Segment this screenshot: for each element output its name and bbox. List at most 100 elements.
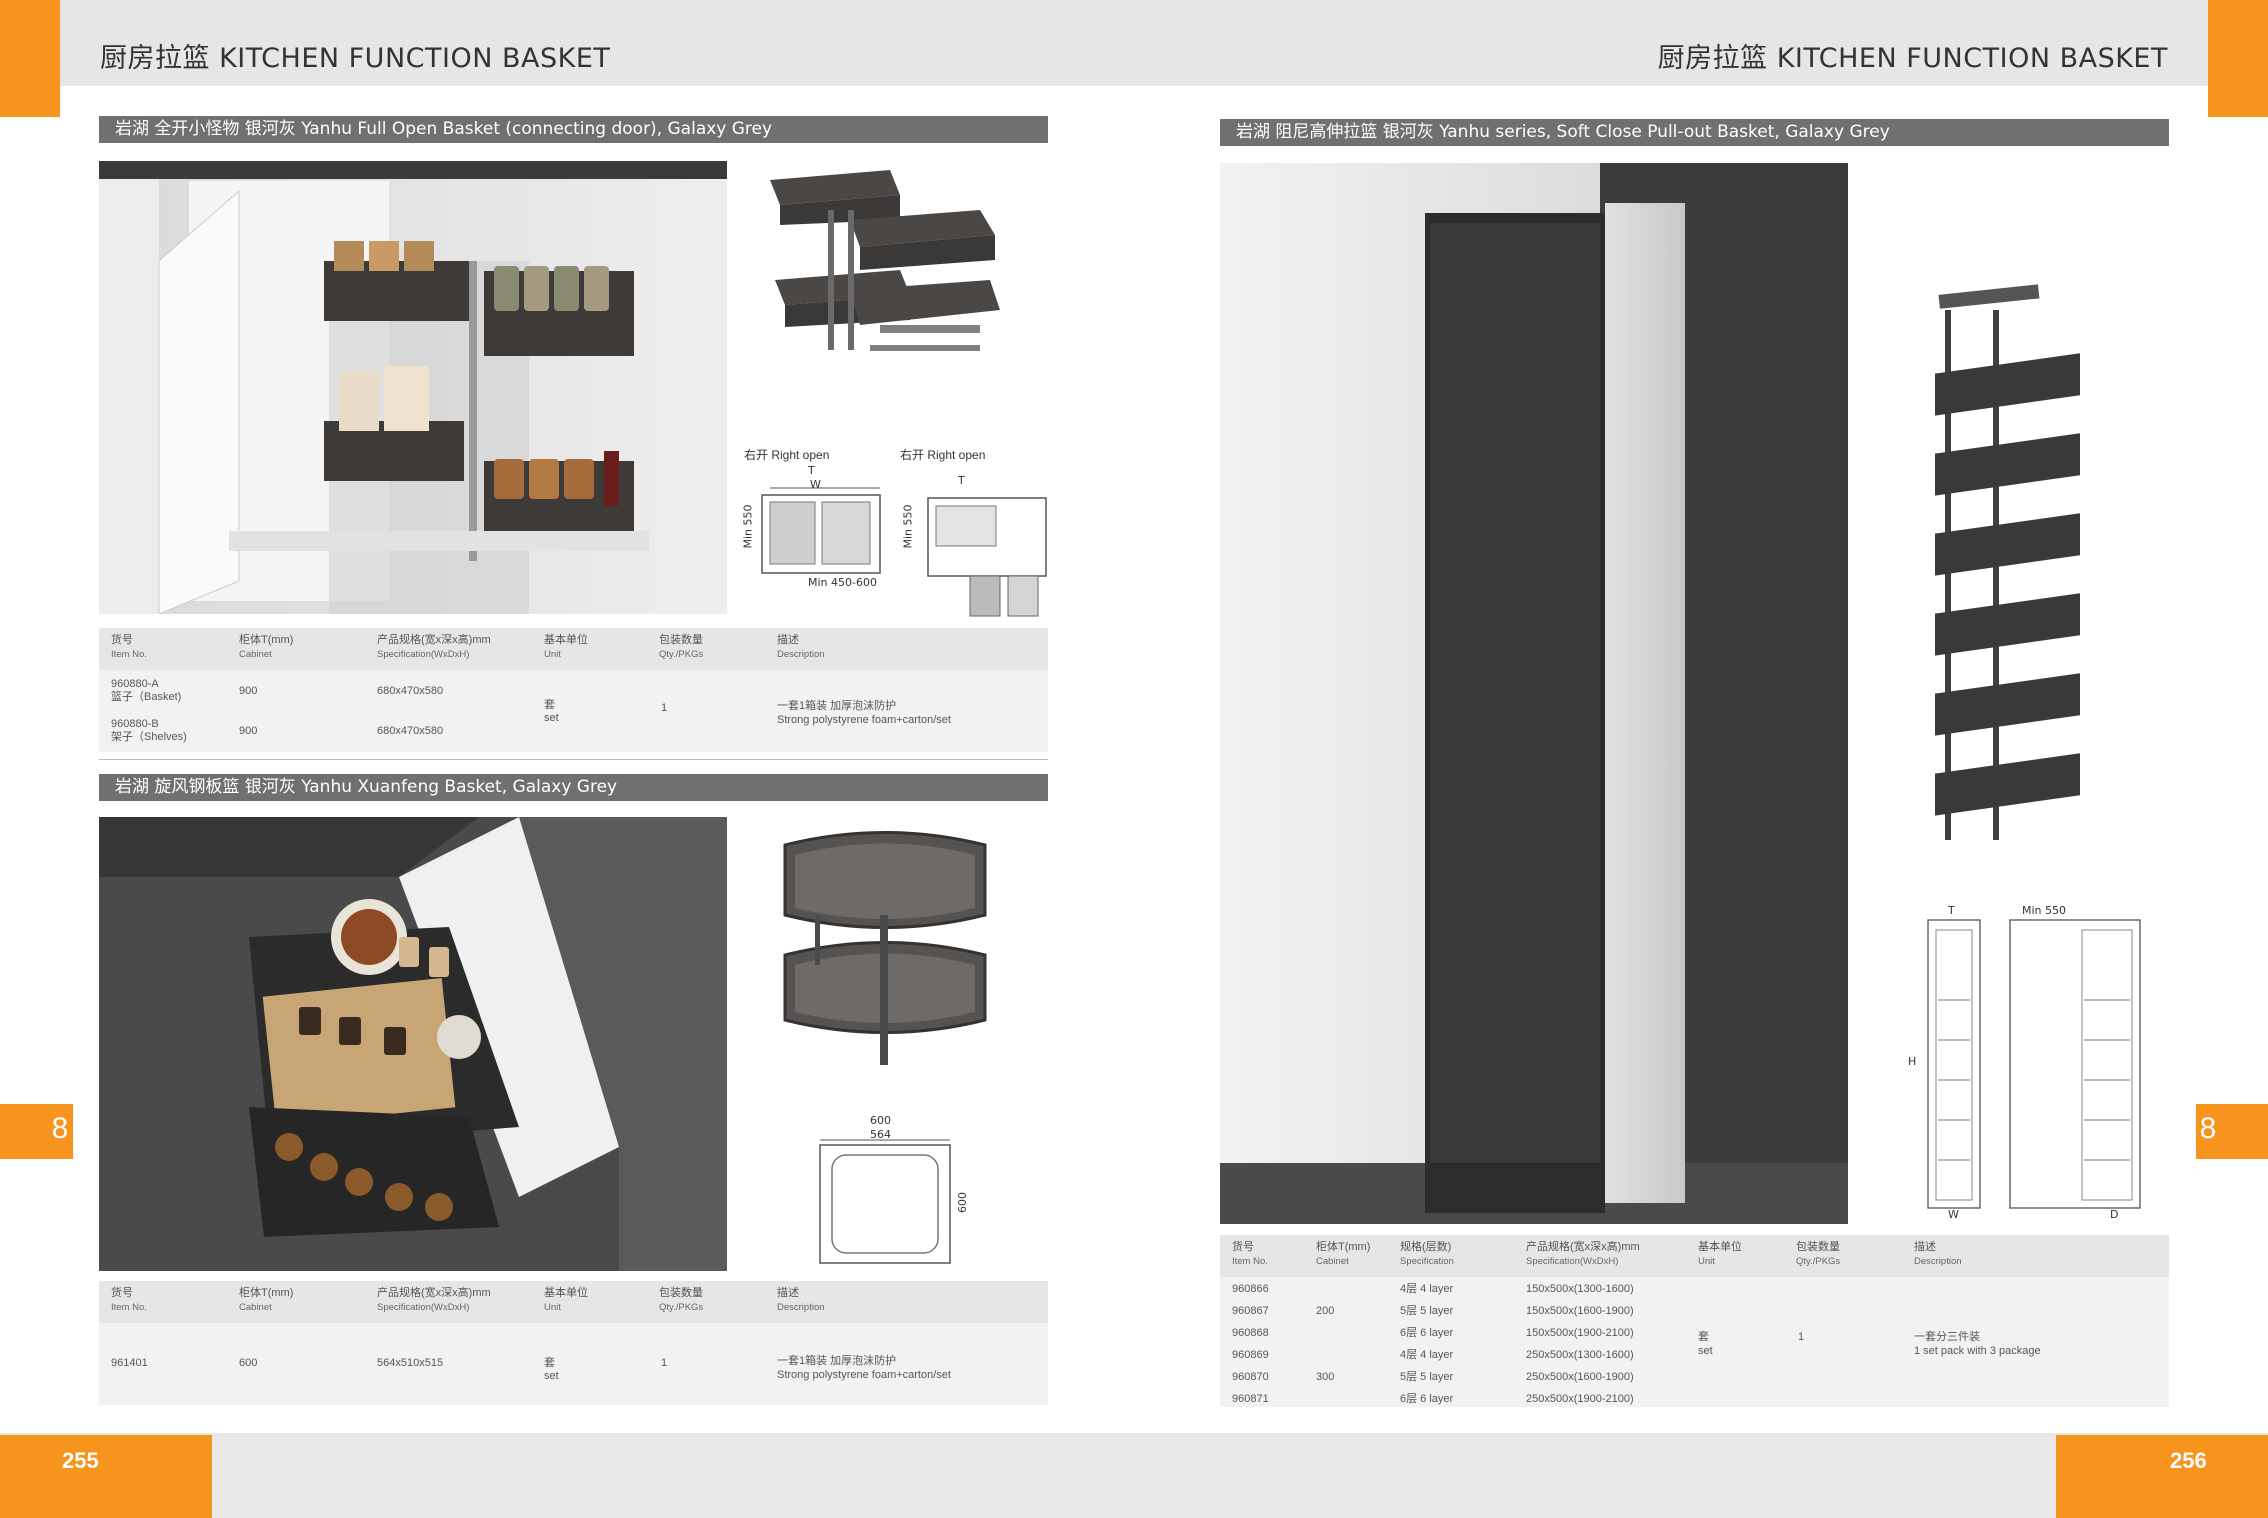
s3-h3-en: Specification bbox=[1400, 1256, 1454, 1267]
s3-h4-zh: 产品规格(宽x深x高)mm bbox=[1526, 1241, 1640, 1253]
s3-r3-spec: 150x500x(1900-2100) bbox=[1526, 1327, 1634, 1339]
left-page-number: 255 bbox=[62, 1448, 99, 1473]
s3-r6-layers: 6层 6 layer bbox=[1400, 1393, 1454, 1405]
s1-h2-en: Cabinet bbox=[239, 649, 272, 660]
section2-product-image bbox=[770, 820, 1000, 1080]
s1-h4-zh: 基本单位 bbox=[544, 634, 588, 646]
s3-cabinet-a: 200 bbox=[1316, 1305, 1335, 1317]
s1-r2-spec: 680x470x580 bbox=[377, 725, 444, 737]
s3-r2-item: 960867 bbox=[1232, 1305, 1269, 1317]
s3-unit-en: set bbox=[1698, 1345, 1713, 1357]
s2-item: 961401 bbox=[111, 1357, 148, 1369]
s1-h2-zh: 柜体T(mm) bbox=[239, 634, 294, 646]
s3-r5-item: 960870 bbox=[1232, 1371, 1269, 1383]
section3-spec-table: 货号 Item No. 柜体T(mm) Cabinet 规格(层数) Speci… bbox=[1220, 1235, 2169, 1407]
s1-r1-item-sub: 篮子（Basket) bbox=[111, 691, 182, 703]
s3-r4-layers: 4层 4 layer bbox=[1400, 1349, 1454, 1361]
s3-r4-item: 960869 bbox=[1232, 1349, 1269, 1361]
s3-h5-en: Unit bbox=[1698, 1256, 1715, 1267]
s1-unit-en: set bbox=[544, 712, 559, 724]
s3-cabinet-b: 300 bbox=[1316, 1371, 1335, 1383]
section1-bottom-rule bbox=[99, 759, 1048, 760]
s2-unit-zh: 套 bbox=[544, 1357, 555, 1369]
section2-install-diagram: 600 564 600 bbox=[810, 1110, 980, 1270]
section1-kitchen-photo bbox=[99, 161, 727, 614]
s1-unit-zh: 套 bbox=[544, 699, 555, 711]
s3-r2-spec: 150x500x(1600-1900) bbox=[1526, 1305, 1634, 1317]
s2-h4-en: Unit bbox=[544, 1302, 561, 1313]
s1-h6-zh: 描述 bbox=[777, 634, 799, 646]
s2-h1-zh: 货号 bbox=[111, 1287, 133, 1299]
s3-h2-en: Cabinet bbox=[1316, 1256, 1349, 1267]
s3-r6-item: 960871 bbox=[1232, 1393, 1269, 1405]
section2-kitchen-photo bbox=[99, 817, 727, 1271]
section1-product-image bbox=[760, 165, 1010, 365]
s1-h3-zh: 产品规格(宽x深x高)mm bbox=[377, 634, 491, 646]
section1-install-diagram: 右开 Right open 右开 Right open T W T Min 45… bbox=[740, 440, 1050, 620]
section3-tall-unit-photo bbox=[1220, 163, 1848, 1224]
s3-h7-zh: 描述 bbox=[1914, 1241, 1936, 1253]
s3-r3-layers: 6层 6 layer bbox=[1400, 1327, 1454, 1339]
s3-r5-spec: 250x500x(1600-1900) bbox=[1526, 1371, 1634, 1383]
s1-h5-en: Qty./PKGs bbox=[659, 649, 704, 660]
s2-qty: 1 bbox=[661, 1357, 668, 1369]
s1-h5-zh: 包装数量 bbox=[659, 634, 703, 646]
s2-cabinet: 600 bbox=[239, 1357, 258, 1369]
s3-r3-item: 960868 bbox=[1232, 1327, 1269, 1339]
s2-h4-zh: 基本单位 bbox=[544, 1287, 588, 1299]
s3-r6-spec: 250x500x(1900-2100) bbox=[1526, 1393, 1634, 1405]
s3-h2-zh: 柜体T(mm) bbox=[1316, 1241, 1371, 1253]
s3-r1-layers: 4层 4 layer bbox=[1400, 1283, 1454, 1295]
section2-title-bar: 岩湖 旋风钢板篮 银河灰 Yanhu Xuanfeng Basket, Gala… bbox=[99, 774, 1048, 801]
right-corner-tab bbox=[2208, 0, 2268, 117]
s3-r5-layers: 5层 5 layer bbox=[1400, 1371, 1454, 1383]
section1-title-bar: 岩湖 全开小怪物 银河灰 Yanhu Full Open Basket (con… bbox=[99, 116, 1048, 143]
s2-desc-en: Strong polystyrene foam+carton/set bbox=[777, 1369, 951, 1381]
s1-r2-item-sub: 架子（Shelves) bbox=[111, 731, 187, 743]
s3-desc-en: 1 set pack with 3 package bbox=[1914, 1345, 2041, 1357]
s2-desc-zh: 一套1箱装 加厚泡沫防护 bbox=[777, 1355, 897, 1367]
left-page-title: 厨房拉篮 KITCHEN FUNCTION BASKET bbox=[100, 43, 611, 74]
s3-unit-zh: 套 bbox=[1698, 1331, 1709, 1343]
s1-qty: 1 bbox=[661, 702, 668, 714]
s2-unit-en: set bbox=[544, 1370, 559, 1382]
s1-h6-en: Description bbox=[777, 649, 825, 660]
s1-r2-cabinet: 900 bbox=[239, 725, 258, 737]
s3-h1-en: Item No. bbox=[1232, 1256, 1268, 1267]
s3-h6-zh: 包装数量 bbox=[1796, 1241, 1840, 1253]
s2-h3-zh: 产品规格(宽x深x高)mm bbox=[377, 1287, 491, 1299]
section1-spec-table: 货号 Item No. 柜体T(mm) Cabinet 产品规格(宽x深x高)m… bbox=[99, 628, 1048, 752]
s2-h1-en: Item No. bbox=[111, 1302, 147, 1313]
s1-r2-item: 960880-B bbox=[111, 718, 159, 730]
section3-install-diagram: T Min 550 H W D bbox=[1900, 900, 2160, 1230]
s3-h1-zh: 货号 bbox=[1232, 1241, 1254, 1253]
s3-h5-zh: 基本单位 bbox=[1698, 1241, 1742, 1253]
right-page-title: 厨房拉篮 KITCHEN FUNCTION BASKET bbox=[1657, 43, 2168, 74]
s3-qty: 1 bbox=[1798, 1331, 1805, 1343]
s1-h4-en: Unit bbox=[544, 649, 561, 660]
s1-r1-cabinet: 900 bbox=[239, 685, 258, 697]
s1-desc-en: Strong polystyrene foam+carton/set bbox=[777, 714, 951, 726]
right-footer-tab bbox=[2056, 1435, 2268, 1518]
s3-h7-en: Description bbox=[1914, 1256, 1962, 1267]
s2-h2-zh: 柜体T(mm) bbox=[239, 1287, 294, 1299]
s1-h1-en: Item No. bbox=[111, 649, 147, 660]
s1-desc-zh: 一套1箱装 加厚泡沫防护 bbox=[777, 700, 897, 712]
left-footer-tab bbox=[0, 1435, 212, 1518]
s3-r4-spec: 250x500x(1300-1600) bbox=[1526, 1349, 1634, 1361]
right-page-number: 256 bbox=[2170, 1448, 2207, 1473]
s3-h4-en: Specification(WxDxH) bbox=[1526, 1256, 1619, 1267]
section3-product-image bbox=[1925, 280, 2100, 860]
s1-h1-zh: 货号 bbox=[111, 634, 133, 646]
s3-r2-layers: 5层 5 layer bbox=[1400, 1305, 1454, 1317]
section3-title-bar: 岩湖 阻尼高伸拉篮 银河灰 Yanhu series, Soft Close P… bbox=[1220, 119, 2169, 146]
s2-h6-en: Description bbox=[777, 1302, 825, 1313]
footer-band bbox=[0, 1433, 2268, 1518]
s3-h6-en: Qty./PKGs bbox=[1796, 1256, 1841, 1267]
right-side-number: 8 bbox=[2199, 1112, 2217, 1145]
s3-desc-zh: 一套分三件装 bbox=[1914, 1331, 1980, 1343]
s3-h3-zh: 规格(层数) bbox=[1400, 1241, 1452, 1253]
s1-r1-item: 960880-A bbox=[111, 678, 159, 690]
s2-h5-en: Qty./PKGs bbox=[659, 1302, 704, 1313]
left-corner-tab bbox=[0, 0, 60, 117]
